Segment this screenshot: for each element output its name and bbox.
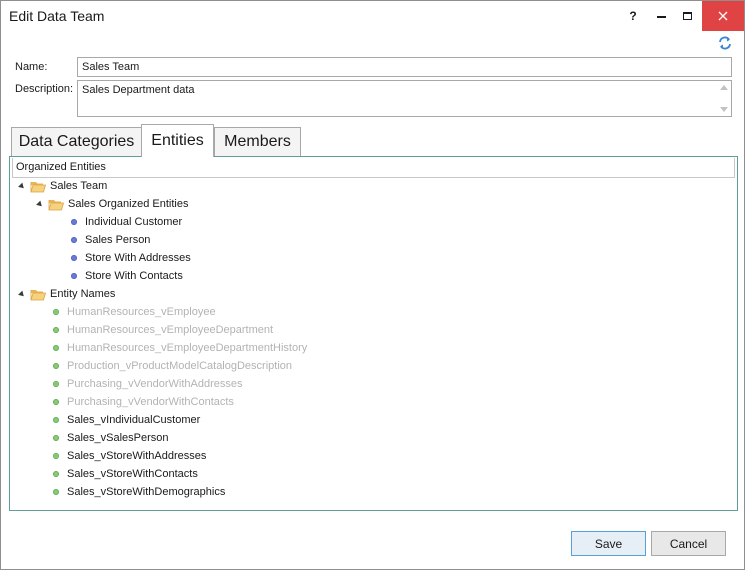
entity-name-label: Sales_vSalesPerson xyxy=(67,432,169,444)
tree-leaf-label: Store With Contacts xyxy=(85,270,183,282)
entity-name-bullet-icon xyxy=(53,417,59,423)
entity-name-bullet-icon xyxy=(53,381,59,387)
folder-open-icon xyxy=(30,181,46,192)
panel-header-label: Organized Entities xyxy=(16,161,106,173)
tree-leaf-store-with-addresses[interactable]: Store With Addresses xyxy=(71,249,191,267)
tree-node-label: Sales Organized Entities xyxy=(68,198,189,210)
entity-bullet-icon xyxy=(71,273,77,279)
tree-node-sales-team[interactable]: Sales Team xyxy=(18,177,108,195)
tab-members[interactable]: Members xyxy=(214,127,301,156)
description-scrollbar[interactable] xyxy=(715,81,731,116)
entity-name-item[interactable]: HumanResources_vEmployee xyxy=(53,303,216,321)
expand-arrow-icon[interactable] xyxy=(18,290,26,298)
tree-leaf-label: Store With Addresses xyxy=(85,252,191,264)
tree-leaf-store-with-contacts[interactable]: Store With Contacts xyxy=(71,267,183,285)
tree-leaf-individual-customer[interactable]: Individual Customer xyxy=(71,213,182,231)
entity-name-item[interactable]: HumanResources_vEmployeeDepartmentHistor… xyxy=(53,339,307,357)
entity-bullet-icon xyxy=(71,237,77,243)
minimize-icon xyxy=(656,16,666,18)
entity-name-bullet-icon xyxy=(53,399,59,405)
close-icon xyxy=(718,11,728,21)
tree-leaf-label: Sales Person xyxy=(85,234,151,246)
expand-arrow-icon[interactable] xyxy=(36,200,44,208)
entity-name-label: HumanResources_vEmployee xyxy=(67,306,216,318)
scroll-up-icon[interactable] xyxy=(720,85,728,90)
entity-name-item[interactable]: HumanResources_vEmployeeDepartment xyxy=(53,321,273,339)
entity-name-label: Sales_vStoreWithDemographics xyxy=(67,486,226,498)
minimize-button[interactable] xyxy=(647,1,675,31)
tree-node-sales-organized-entities[interactable]: Sales Organized Entities xyxy=(36,195,189,213)
tree-node-label: Sales Team xyxy=(50,180,108,192)
refresh-icon xyxy=(719,36,731,50)
folder-open-icon xyxy=(30,289,46,300)
entity-name-bullet-icon xyxy=(53,309,59,315)
entity-name-label: Production_vProductModelCatalogDescripti… xyxy=(67,360,293,372)
expand-arrow-icon[interactable] xyxy=(18,182,26,190)
entity-name-item[interactable]: Sales_vSalesPerson xyxy=(53,429,169,447)
description-label: Description: xyxy=(15,83,74,95)
entity-name-bullet-icon xyxy=(53,453,59,459)
help-button[interactable]: ? xyxy=(619,1,647,31)
window-title: Edit Data Team xyxy=(9,8,105,24)
tree-leaf-sales-person[interactable]: Sales Person xyxy=(71,231,150,249)
entity-name-bullet-icon xyxy=(53,345,59,351)
tree-node-entity-names[interactable]: Entity Names xyxy=(18,285,116,303)
tree-node-label: Entity Names xyxy=(50,288,116,300)
entity-name-item[interactable]: Sales_vStoreWithContacts xyxy=(53,465,198,483)
folder-open-icon xyxy=(48,199,64,210)
title-bar: Edit Data Team ? xyxy=(1,1,744,32)
organized-entities-header: Organized Entities xyxy=(12,158,735,178)
tab-entities[interactable]: Entities xyxy=(141,124,214,157)
maximize-button[interactable] xyxy=(673,1,701,31)
entity-name-label: Sales_vIndividualCustomer xyxy=(67,414,201,426)
entity-bullet-icon xyxy=(71,219,77,225)
description-field[interactable]: Sales Department data xyxy=(77,80,732,117)
cancel-button[interactable]: Cancel xyxy=(651,531,726,556)
save-button[interactable]: Save xyxy=(571,531,646,556)
edit-data-team-dialog: Edit Data Team ? Name: Description: Sale… xyxy=(0,0,745,570)
entity-name-bullet-icon xyxy=(53,435,59,441)
close-button[interactable] xyxy=(702,1,744,31)
maximize-icon xyxy=(682,12,692,20)
entity-name-bullet-icon xyxy=(53,471,59,477)
entity-name-label: Purchasing_vVendorWithContacts xyxy=(67,396,234,408)
entity-name-label: Purchasing_vVendorWithAddresses xyxy=(67,378,243,390)
name-input[interactable] xyxy=(77,57,732,77)
entity-name-label: HumanResources_vEmployeeDepartment xyxy=(67,324,274,336)
tab-data-categories[interactable]: Data Categories xyxy=(11,127,142,156)
entity-bullet-icon xyxy=(71,255,77,261)
name-label: Name: xyxy=(15,61,48,73)
entity-name-item[interactable]: Purchasing_vVendorWithAddresses xyxy=(53,375,242,393)
refresh-button[interactable] xyxy=(717,35,733,51)
entity-name-item[interactable]: Production_vProductModelCatalogDescripti… xyxy=(53,357,292,375)
tree-leaf-label: Individual Customer xyxy=(85,216,183,228)
entity-name-item[interactable]: Sales_vStoreWithAddresses xyxy=(53,447,206,465)
entity-name-bullet-icon xyxy=(53,489,59,495)
entity-name-label: HumanResources_vEmployeeDepartmentHistor… xyxy=(67,342,308,354)
entity-name-bullet-icon xyxy=(53,327,59,333)
entity-name-label: Sales_vStoreWithContacts xyxy=(67,468,198,480)
help-label: ? xyxy=(629,9,637,23)
entity-name-item[interactable]: Purchasing_vVendorWithContacts xyxy=(53,393,234,411)
description-text: Sales Department data xyxy=(82,84,195,96)
entity-name-bullet-icon xyxy=(53,363,59,369)
scroll-down-icon[interactable] xyxy=(720,107,728,112)
entity-name-item[interactable]: Sales_vIndividualCustomer xyxy=(53,411,200,429)
entity-name-label: Sales_vStoreWithAddresses xyxy=(67,450,207,462)
entity-name-item[interactable]: Sales_vStoreWithDemographics xyxy=(53,483,225,501)
